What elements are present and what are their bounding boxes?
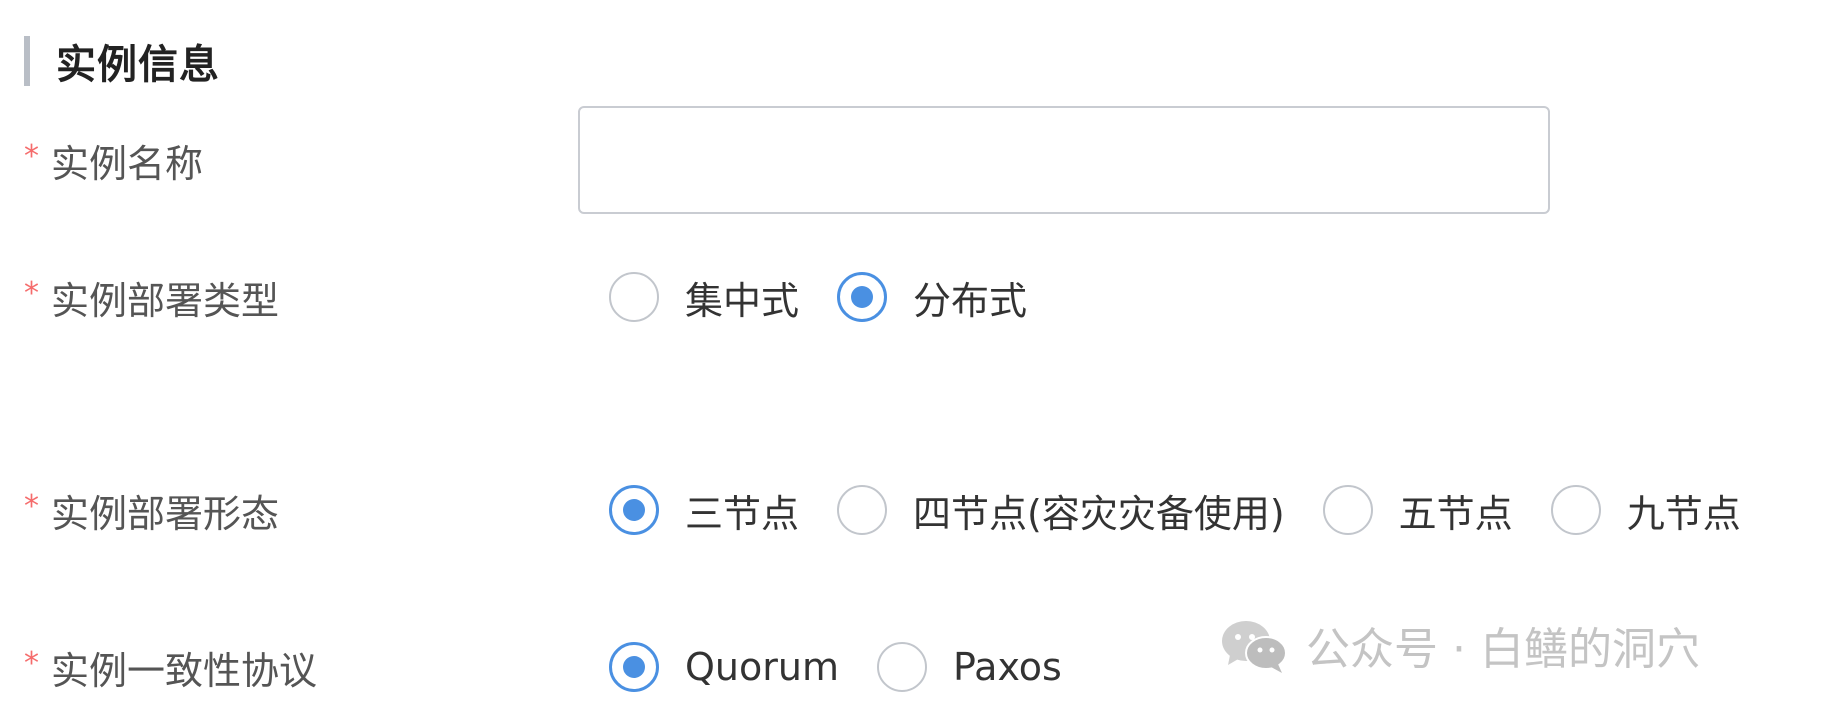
field-label: 实例部署形态 — [51, 491, 280, 536]
radio-circle[interactable] — [609, 272, 659, 322]
wechat-icon — [1222, 621, 1287, 673]
radio-dot — [851, 286, 874, 308]
form-control: 集中式 分布式 — [609, 252, 1065, 342]
watermark-text: 公众号 · 白鳝的洞穴 — [1306, 624, 1700, 675]
radio-option-distributed[interactable]: 分布式 — [837, 270, 1027, 325]
consistency-protocol-radio-group: Quorum Paxos — [609, 642, 1100, 692]
form-label: * 实例部署形态 — [24, 465, 279, 555]
radio-circle[interactable] — [876, 642, 927, 692]
radio-label: 四节点(容灾灾备使用) — [913, 491, 1285, 536]
section-header: 实例信息 — [24, 36, 220, 88]
radio-label: 集中式 — [685, 278, 800, 323]
form-control: 三节点 四节点(容灾灾备使用) 五节点 九节点 — [609, 465, 1779, 555]
radio-option-three-nodes[interactable]: 三节点 — [609, 483, 799, 538]
radio-circle[interactable] — [837, 485, 888, 535]
radio-circle[interactable] — [1322, 485, 1373, 535]
radio-dot — [623, 499, 645, 521]
radio-label: 分布式 — [913, 278, 1028, 323]
radio-option-quorum[interactable]: Quorum — [609, 642, 839, 692]
form-row-instance-name: * 实例名称 — [24, 106, 1848, 214]
radio-option-nine-nodes[interactable]: 九节点 — [1550, 483, 1741, 538]
field-label: 实例一致性协议 — [51, 648, 318, 693]
required-star: * — [24, 275, 39, 311]
form-control — [578, 106, 1550, 214]
form-row-deployment-form: * 实例部署形态 三节点 四节点(容灾灾备使用) 五节点 九节点 — [24, 465, 1848, 555]
required-star: * — [24, 138, 39, 174]
radio-option-five-nodes[interactable]: 五节点 — [1322, 483, 1513, 538]
radio-circle[interactable] — [837, 272, 888, 322]
required-star: * — [24, 645, 39, 681]
radio-option-four-nodes[interactable]: 四节点(容灾灾备使用) — [837, 483, 1285, 538]
field-label: 实例名称 — [51, 141, 204, 186]
deployment-type-radio-group: 集中式 分布式 — [609, 270, 1065, 325]
radio-label: Quorum — [685, 645, 839, 689]
form-label: * 实例部署类型 — [24, 252, 279, 342]
form-control: Quorum Paxos — [609, 622, 1100, 712]
form-label: * 实例一致性协议 — [24, 622, 317, 712]
radio-option-centralized[interactable]: 集中式 — [609, 270, 799, 325]
radio-label: 九节点 — [1626, 491, 1741, 536]
radio-circle[interactable] — [609, 485, 659, 535]
field-label: 实例部署类型 — [51, 278, 280, 323]
radio-dot — [623, 656, 645, 678]
section-accent-bar — [24, 36, 30, 86]
required-star: * — [24, 488, 39, 524]
form-row-deployment-type: * 实例部署类型 集中式 分布式 — [24, 252, 1848, 342]
radio-circle[interactable] — [609, 642, 659, 692]
radio-label: 五节点 — [1398, 491, 1513, 536]
deployment-form-radio-group: 三节点 四节点(容灾灾备使用) 五节点 九节点 — [609, 483, 1779, 538]
radio-circle[interactable] — [1550, 485, 1601, 535]
radio-label: Paxos — [952, 645, 1062, 689]
radio-label: 三节点 — [685, 491, 800, 536]
form-label: * 实例名称 — [24, 115, 203, 205]
radio-option-paxos[interactable]: Paxos — [876, 642, 1062, 692]
section-title: 实例信息 — [56, 42, 220, 88]
watermark: 公众号 · 白鳝的洞穴 — [1218, 610, 1700, 680]
instance-name-input[interactable] — [578, 106, 1550, 214]
